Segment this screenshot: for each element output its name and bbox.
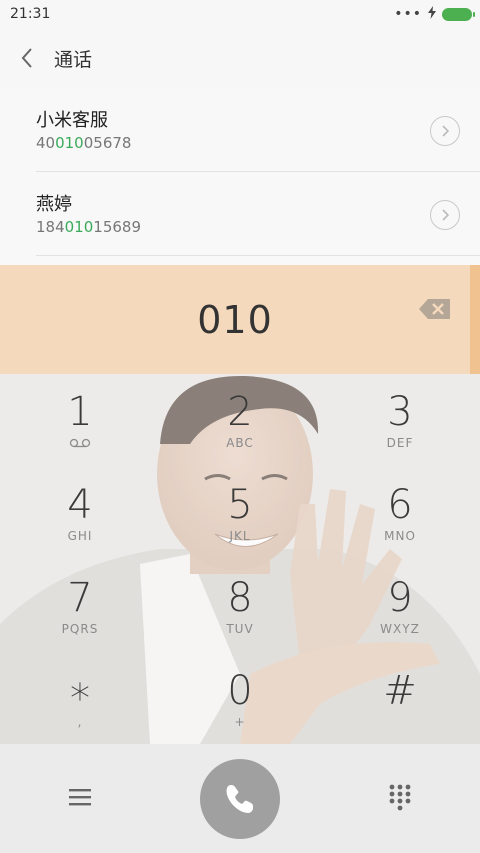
contact-item[interactable]: 燕婷 18401015689 bbox=[36, 172, 480, 256]
dialed-number-display: 010 bbox=[0, 265, 470, 374]
contact-suggestion-list: 小米客服 4001005678 燕婷 18401015689 bbox=[0, 88, 480, 266]
key-star[interactable]: ∗ , bbox=[20, 653, 140, 744]
key-9[interactable]: 9 WXYZ bbox=[340, 560, 460, 652]
contact-number: 4001005678 bbox=[36, 134, 131, 152]
key-letters: GHI bbox=[67, 529, 93, 543]
chevron-left-icon bbox=[21, 48, 32, 68]
key-4[interactable]: 4 GHI bbox=[20, 467, 140, 559]
key-digit: 1 bbox=[67, 389, 93, 435]
contact-name: 小米客服 bbox=[36, 110, 108, 131]
key-5[interactable]: 5 JKL bbox=[180, 467, 300, 559]
key-digit: 7 bbox=[67, 575, 93, 621]
key-letters: DEF bbox=[386, 436, 414, 450]
number-match: 010 bbox=[64, 218, 94, 236]
chevron-right-icon bbox=[442, 209, 450, 221]
more-dots-icon: ••• bbox=[394, 6, 422, 22]
charging-bolt-icon bbox=[428, 5, 436, 23]
key-letters: MNO bbox=[384, 529, 416, 543]
key-letters: , bbox=[77, 715, 83, 729]
key-digit: 5 bbox=[227, 482, 253, 528]
number-prefix: 40 bbox=[36, 134, 56, 152]
key-letters: TUV bbox=[226, 622, 254, 636]
back-button[interactable] bbox=[2, 28, 52, 88]
key-0[interactable]: 0 + bbox=[180, 653, 300, 744]
key-digit: 6 bbox=[387, 482, 413, 528]
contact-item[interactable]: 小米客服 4001005678 bbox=[36, 88, 480, 172]
status-time: 21:31 bbox=[10, 6, 51, 22]
contact-detail-button[interactable] bbox=[430, 200, 460, 230]
number-match: 010 bbox=[55, 134, 84, 152]
contact-number: 18401015689 bbox=[36, 218, 141, 236]
menu-icon bbox=[69, 789, 91, 806]
key-8[interactable]: 8 TUV bbox=[180, 560, 300, 652]
status-bar: 21:31 ••• bbox=[0, 0, 480, 28]
key-6[interactable]: 6 MNO bbox=[340, 467, 460, 559]
dialpad-toggle-button[interactable] bbox=[380, 782, 420, 812]
dialpad-icon bbox=[389, 784, 411, 811]
key-digit: 4 bbox=[67, 482, 93, 528]
battery-icon bbox=[442, 7, 475, 21]
key-7[interactable]: 7 PQRS bbox=[20, 560, 140, 652]
status-indicators: ••• bbox=[394, 5, 475, 23]
bottom-action-bar bbox=[0, 744, 480, 853]
contact-name: 燕婷 bbox=[36, 194, 72, 215]
number-suffix: 15689 bbox=[93, 218, 141, 236]
number-prefix: 184 bbox=[36, 218, 65, 236]
key-letters: ABC bbox=[226, 436, 254, 450]
menu-button[interactable] bbox=[60, 782, 100, 812]
key-digit: ∗ bbox=[67, 668, 93, 714]
call-button[interactable] bbox=[200, 759, 280, 839]
chevron-right-icon bbox=[442, 125, 450, 137]
page-title: 通话 bbox=[54, 48, 93, 71]
key-3[interactable]: 3 DEF bbox=[340, 374, 460, 466]
key-1[interactable]: 1 bbox=[20, 374, 140, 466]
key-2[interactable]: 2 ABC bbox=[180, 374, 300, 466]
dial-keypad: 1 2 ABC 3 DEF 4 GHI 5 JKL 6 MNO 7 PQRS 8… bbox=[0, 374, 480, 744]
keypad-area: 1 2 ABC 3 DEF 4 GHI 5 JKL 6 MNO 7 PQRS 8… bbox=[0, 374, 480, 744]
backspace-button[interactable] bbox=[418, 297, 452, 321]
key-letters: + bbox=[234, 715, 246, 729]
key-letters: WXYZ bbox=[380, 622, 420, 636]
key-digit: 0 bbox=[227, 668, 253, 714]
key-letters: JKL bbox=[229, 529, 251, 543]
key-digit: 3 bbox=[387, 389, 413, 435]
voicemail-icon bbox=[69, 438, 91, 448]
key-digit: # bbox=[383, 668, 417, 714]
key-digit: 8 bbox=[227, 575, 253, 621]
display-edge bbox=[470, 265, 480, 374]
key-hash[interactable]: # bbox=[340, 653, 460, 744]
key-digit: 2 bbox=[227, 389, 253, 435]
phone-icon bbox=[226, 785, 253, 813]
contact-detail-button[interactable] bbox=[430, 116, 460, 146]
key-digit: 9 bbox=[387, 575, 413, 621]
number-suffix: 05678 bbox=[83, 134, 132, 152]
key-letters: PQRS bbox=[61, 622, 99, 636]
backspace-icon bbox=[419, 299, 450, 319]
header: 通话 bbox=[0, 28, 480, 88]
dialed-number: 010 bbox=[197, 297, 273, 342]
